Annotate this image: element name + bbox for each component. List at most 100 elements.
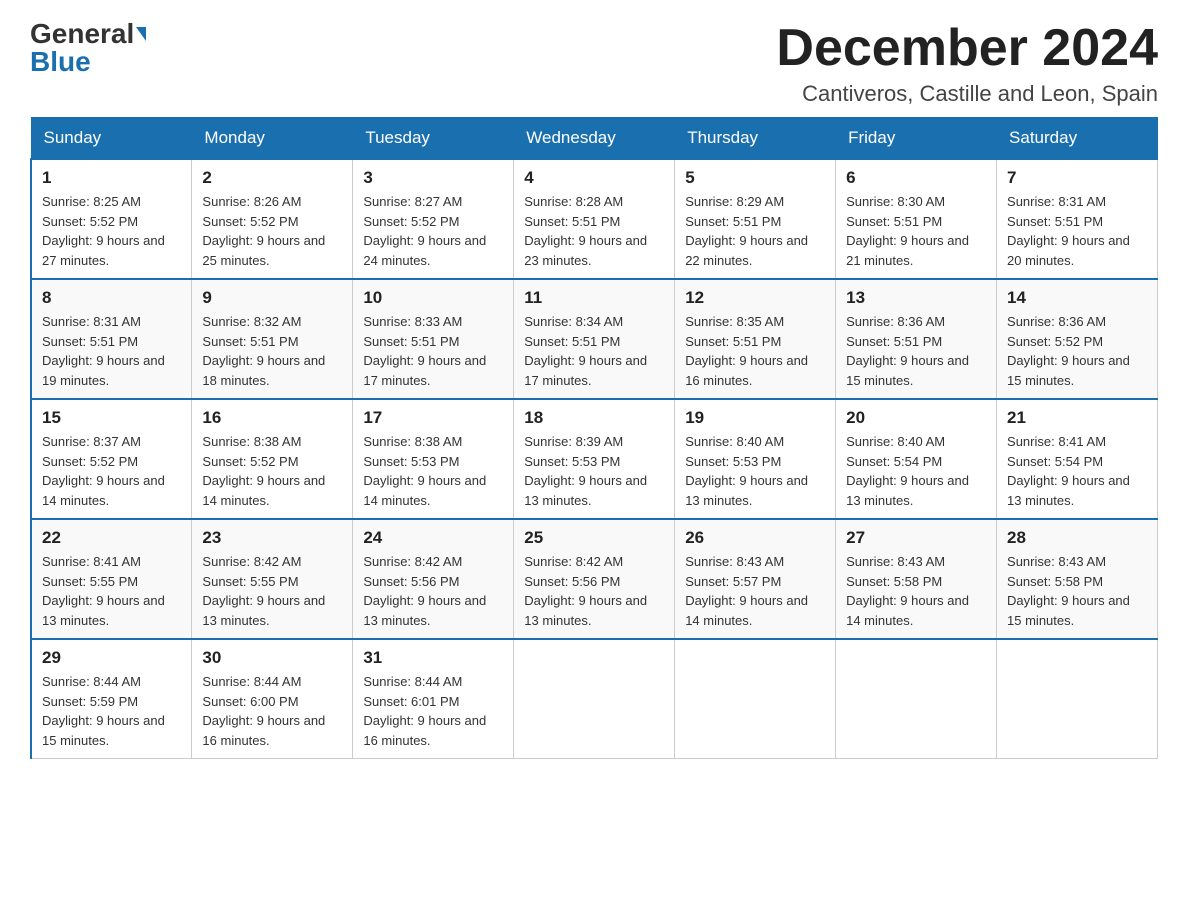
day-info: Sunrise: 8:42 AM Sunset: 5:56 PM Dayligh… xyxy=(363,552,503,630)
calendar-cell: 28 Sunrise: 8:43 AM Sunset: 5:58 PM Dayl… xyxy=(997,519,1158,639)
day-info: Sunrise: 8:35 AM Sunset: 5:51 PM Dayligh… xyxy=(685,312,825,390)
day-info: Sunrise: 8:41 AM Sunset: 5:55 PM Dayligh… xyxy=(42,552,181,630)
day-info: Sunrise: 8:43 AM Sunset: 5:57 PM Dayligh… xyxy=(685,552,825,630)
calendar-cell: 10 Sunrise: 8:33 AM Sunset: 5:51 PM Dayl… xyxy=(353,279,514,399)
day-number: 14 xyxy=(1007,288,1147,308)
calendar-cell: 6 Sunrise: 8:30 AM Sunset: 5:51 PM Dayli… xyxy=(836,159,997,279)
calendar-cell: 1 Sunrise: 8:25 AM Sunset: 5:52 PM Dayli… xyxy=(31,159,192,279)
day-number: 11 xyxy=(524,288,664,308)
calendar-cell: 21 Sunrise: 8:41 AM Sunset: 5:54 PM Dayl… xyxy=(997,399,1158,519)
weekday-header-friday: Friday xyxy=(836,118,997,160)
day-info: Sunrise: 8:28 AM Sunset: 5:51 PM Dayligh… xyxy=(524,192,664,270)
day-number: 2 xyxy=(202,168,342,188)
day-number: 17 xyxy=(363,408,503,428)
day-number: 20 xyxy=(846,408,986,428)
day-info: Sunrise: 8:44 AM Sunset: 6:01 PM Dayligh… xyxy=(363,672,503,750)
calendar-cell xyxy=(836,639,997,759)
day-info: Sunrise: 8:42 AM Sunset: 5:56 PM Dayligh… xyxy=(524,552,664,630)
day-number: 25 xyxy=(524,528,664,548)
calendar-cell: 2 Sunrise: 8:26 AM Sunset: 5:52 PM Dayli… xyxy=(192,159,353,279)
day-info: Sunrise: 8:32 AM Sunset: 5:51 PM Dayligh… xyxy=(202,312,342,390)
calendar-cell: 15 Sunrise: 8:37 AM Sunset: 5:52 PM Dayl… xyxy=(31,399,192,519)
day-number: 26 xyxy=(685,528,825,548)
day-number: 23 xyxy=(202,528,342,548)
day-number: 3 xyxy=(363,168,503,188)
day-info: Sunrise: 8:36 AM Sunset: 5:51 PM Dayligh… xyxy=(846,312,986,390)
day-number: 31 xyxy=(363,648,503,668)
day-number: 9 xyxy=(202,288,342,308)
day-info: Sunrise: 8:41 AM Sunset: 5:54 PM Dayligh… xyxy=(1007,432,1147,510)
day-number: 6 xyxy=(846,168,986,188)
calendar-cell xyxy=(675,639,836,759)
day-info: Sunrise: 8:44 AM Sunset: 6:00 PM Dayligh… xyxy=(202,672,342,750)
day-info: Sunrise: 8:43 AM Sunset: 5:58 PM Dayligh… xyxy=(846,552,986,630)
weekday-header-row: SundayMondayTuesdayWednesdayThursdayFrid… xyxy=(31,118,1158,160)
day-number: 30 xyxy=(202,648,342,668)
day-number: 13 xyxy=(846,288,986,308)
calendar-cell: 26 Sunrise: 8:43 AM Sunset: 5:57 PM Dayl… xyxy=(675,519,836,639)
day-info: Sunrise: 8:33 AM Sunset: 5:51 PM Dayligh… xyxy=(363,312,503,390)
calendar-cell xyxy=(997,639,1158,759)
day-number: 24 xyxy=(363,528,503,548)
day-info: Sunrise: 8:44 AM Sunset: 5:59 PM Dayligh… xyxy=(42,672,181,750)
calendar-cell: 27 Sunrise: 8:43 AM Sunset: 5:58 PM Dayl… xyxy=(836,519,997,639)
day-number: 18 xyxy=(524,408,664,428)
calendar-cell: 25 Sunrise: 8:42 AM Sunset: 5:56 PM Dayl… xyxy=(514,519,675,639)
day-number: 5 xyxy=(685,168,825,188)
day-info: Sunrise: 8:29 AM Sunset: 5:51 PM Dayligh… xyxy=(685,192,825,270)
weekday-header-sunday: Sunday xyxy=(31,118,192,160)
day-number: 21 xyxy=(1007,408,1147,428)
day-info: Sunrise: 8:42 AM Sunset: 5:55 PM Dayligh… xyxy=(202,552,342,630)
calendar-cell: 24 Sunrise: 8:42 AM Sunset: 5:56 PM Dayl… xyxy=(353,519,514,639)
title-block: December 2024 Cantiveros, Castille and L… xyxy=(776,20,1158,107)
location-subtitle: Cantiveros, Castille and Leon, Spain xyxy=(776,81,1158,107)
calendar-cell xyxy=(514,639,675,759)
calendar-cell: 3 Sunrise: 8:27 AM Sunset: 5:52 PM Dayli… xyxy=(353,159,514,279)
day-info: Sunrise: 8:31 AM Sunset: 5:51 PM Dayligh… xyxy=(1007,192,1147,270)
day-info: Sunrise: 8:37 AM Sunset: 5:52 PM Dayligh… xyxy=(42,432,181,510)
day-info: Sunrise: 8:38 AM Sunset: 5:52 PM Dayligh… xyxy=(202,432,342,510)
day-info: Sunrise: 8:31 AM Sunset: 5:51 PM Dayligh… xyxy=(42,312,181,390)
day-number: 27 xyxy=(846,528,986,548)
day-number: 22 xyxy=(42,528,181,548)
calendar-cell: 16 Sunrise: 8:38 AM Sunset: 5:52 PM Dayl… xyxy=(192,399,353,519)
day-number: 16 xyxy=(202,408,342,428)
day-number: 1 xyxy=(42,168,181,188)
page-header: General Blue December 2024 Cantiveros, C… xyxy=(30,20,1158,107)
logo-blue-text: Blue xyxy=(30,48,91,76)
day-number: 8 xyxy=(42,288,181,308)
calendar-week-row: 8 Sunrise: 8:31 AM Sunset: 5:51 PM Dayli… xyxy=(31,279,1158,399)
calendar-cell: 12 Sunrise: 8:35 AM Sunset: 5:51 PM Dayl… xyxy=(675,279,836,399)
calendar-cell: 29 Sunrise: 8:44 AM Sunset: 5:59 PM Dayl… xyxy=(31,639,192,759)
calendar-cell: 22 Sunrise: 8:41 AM Sunset: 5:55 PM Dayl… xyxy=(31,519,192,639)
calendar-week-row: 1 Sunrise: 8:25 AM Sunset: 5:52 PM Dayli… xyxy=(31,159,1158,279)
day-info: Sunrise: 8:30 AM Sunset: 5:51 PM Dayligh… xyxy=(846,192,986,270)
calendar-cell: 31 Sunrise: 8:44 AM Sunset: 6:01 PM Dayl… xyxy=(353,639,514,759)
day-info: Sunrise: 8:36 AM Sunset: 5:52 PM Dayligh… xyxy=(1007,312,1147,390)
calendar-cell: 5 Sunrise: 8:29 AM Sunset: 5:51 PM Dayli… xyxy=(675,159,836,279)
day-info: Sunrise: 8:40 AM Sunset: 5:53 PM Dayligh… xyxy=(685,432,825,510)
day-info: Sunrise: 8:27 AM Sunset: 5:52 PM Dayligh… xyxy=(363,192,503,270)
day-info: Sunrise: 8:38 AM Sunset: 5:53 PM Dayligh… xyxy=(363,432,503,510)
day-number: 10 xyxy=(363,288,503,308)
calendar-table: SundayMondayTuesdayWednesdayThursdayFrid… xyxy=(30,117,1158,759)
calendar-cell: 17 Sunrise: 8:38 AM Sunset: 5:53 PM Dayl… xyxy=(353,399,514,519)
day-number: 29 xyxy=(42,648,181,668)
calendar-cell: 14 Sunrise: 8:36 AM Sunset: 5:52 PM Dayl… xyxy=(997,279,1158,399)
weekday-header-saturday: Saturday xyxy=(997,118,1158,160)
calendar-cell: 9 Sunrise: 8:32 AM Sunset: 5:51 PM Dayli… xyxy=(192,279,353,399)
calendar-cell: 19 Sunrise: 8:40 AM Sunset: 5:53 PM Dayl… xyxy=(675,399,836,519)
calendar-week-row: 29 Sunrise: 8:44 AM Sunset: 5:59 PM Dayl… xyxy=(31,639,1158,759)
calendar-week-row: 22 Sunrise: 8:41 AM Sunset: 5:55 PM Dayl… xyxy=(31,519,1158,639)
day-number: 19 xyxy=(685,408,825,428)
calendar-cell: 11 Sunrise: 8:34 AM Sunset: 5:51 PM Dayl… xyxy=(514,279,675,399)
month-year-title: December 2024 xyxy=(776,20,1158,77)
day-info: Sunrise: 8:39 AM Sunset: 5:53 PM Dayligh… xyxy=(524,432,664,510)
day-number: 7 xyxy=(1007,168,1147,188)
calendar-cell: 13 Sunrise: 8:36 AM Sunset: 5:51 PM Dayl… xyxy=(836,279,997,399)
logo-triangle-icon xyxy=(136,27,146,41)
weekday-header-tuesday: Tuesday xyxy=(353,118,514,160)
day-number: 4 xyxy=(524,168,664,188)
calendar-cell: 20 Sunrise: 8:40 AM Sunset: 5:54 PM Dayl… xyxy=(836,399,997,519)
weekday-header-wednesday: Wednesday xyxy=(514,118,675,160)
